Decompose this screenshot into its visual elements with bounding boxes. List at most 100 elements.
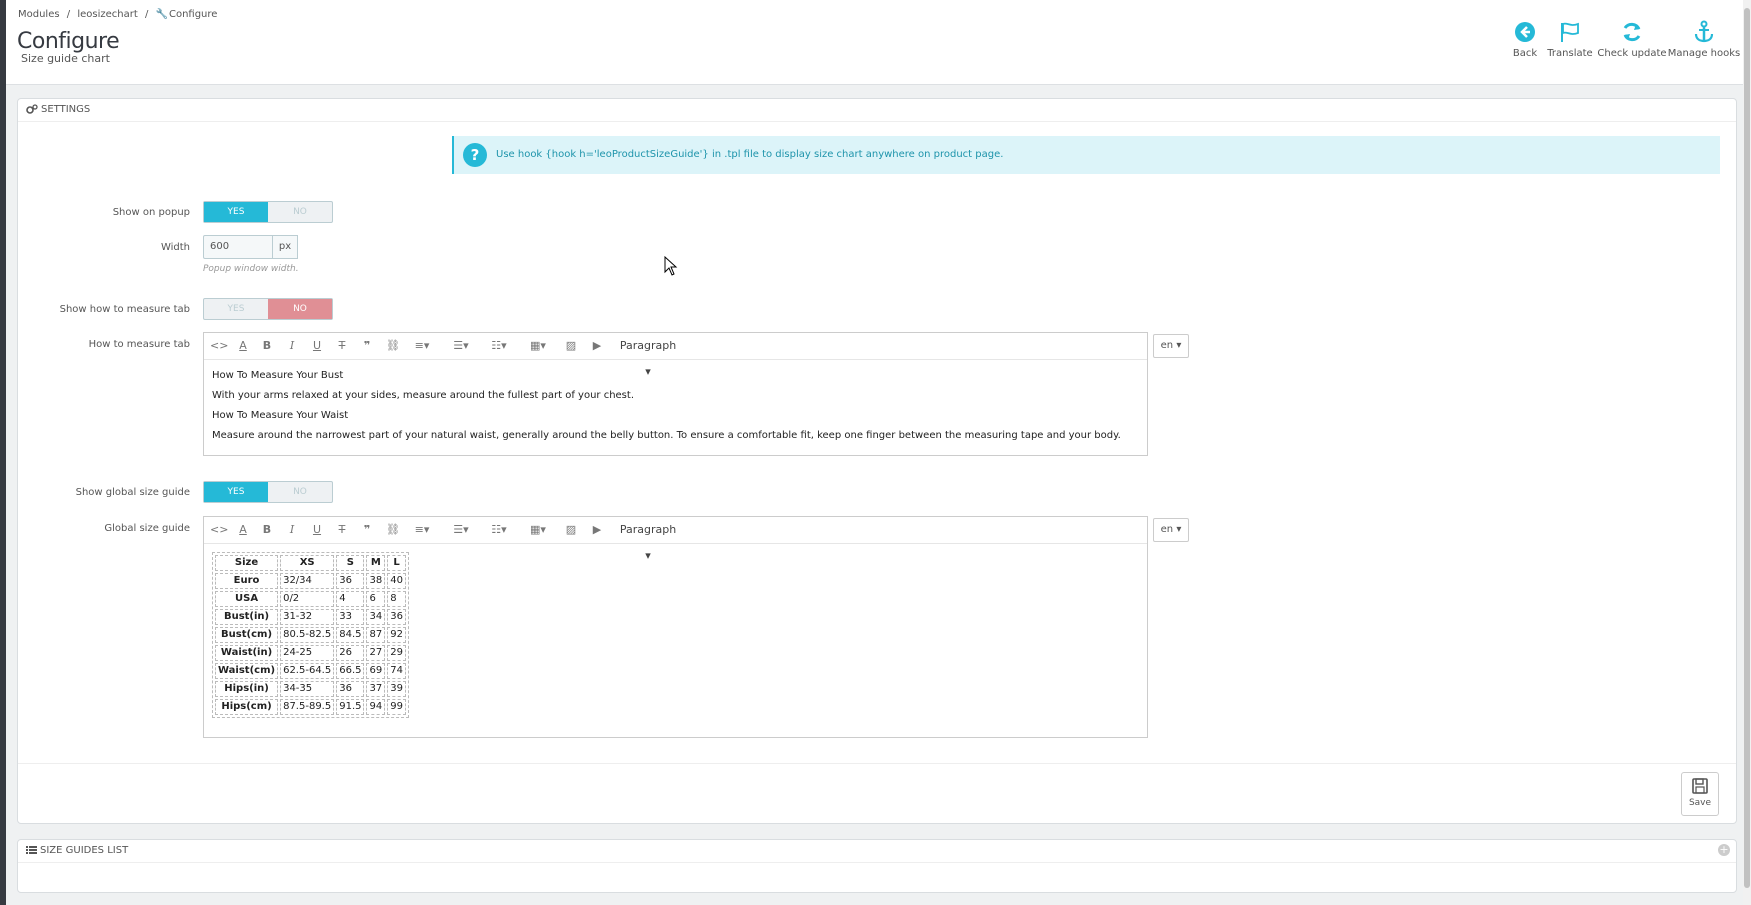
breadcrumb-module[interactable]: leosizechart bbox=[77, 9, 137, 20]
bold-icon[interactable]: B bbox=[260, 333, 274, 359]
global-lang-value: en bbox=[1160, 524, 1174, 535]
table-cell: 92 bbox=[387, 627, 406, 643]
show-measure-tab-switch[interactable]: YES NO bbox=[203, 298, 333, 320]
settings-heading-text: SETTINGS bbox=[41, 104, 91, 115]
table-row: Hips(in) 34-35 36 37 39 bbox=[215, 681, 406, 697]
numbered-list-icon[interactable]: ☷▾ bbox=[487, 517, 511, 543]
breadcrumb-modules[interactable]: Modules bbox=[18, 9, 60, 20]
table-cell: L bbox=[387, 555, 406, 571]
manage-hooks-button[interactable]: Manage hooks bbox=[1666, 20, 1742, 59]
size-guides-list-heading: SIZE GUIDES LIST + bbox=[18, 840, 1736, 863]
table-cell: S bbox=[336, 555, 365, 571]
bullet-list-icon[interactable]: ☰▾ bbox=[449, 333, 473, 359]
strikethrough-icon[interactable]: T bbox=[335, 517, 349, 543]
translate-button[interactable]: Translate bbox=[1542, 20, 1598, 59]
underline-icon[interactable]: U bbox=[310, 517, 324, 543]
page-title: Configure bbox=[17, 29, 120, 54]
format-dropdown[interactable]: Paragraph ▾ bbox=[617, 333, 679, 378]
question-icon: ? bbox=[463, 143, 487, 167]
table-cell: 80.5-82.5 bbox=[280, 627, 335, 643]
table-cell: 34-35 bbox=[280, 681, 335, 697]
strikethrough-icon[interactable]: T bbox=[335, 333, 349, 359]
show-on-popup-switch[interactable]: YES NO bbox=[203, 201, 333, 223]
width-input[interactable]: 600 bbox=[203, 235, 273, 259]
table-cell: Hips(cm) bbox=[215, 699, 279, 715]
show-on-popup-yes[interactable]: YES bbox=[204, 202, 268, 222]
size-guides-list-panel: SIZE GUIDES LIST + bbox=[17, 839, 1737, 893]
table-cell: 84.5 bbox=[336, 627, 365, 643]
scrollbar-thumb[interactable] bbox=[1744, 8, 1750, 888]
breadcrumb: Modules / leosizechart / 🔧Configure bbox=[18, 9, 221, 20]
link-icon[interactable]: ⛓ bbox=[385, 333, 401, 359]
show-global-switch[interactable]: YES NO bbox=[203, 481, 333, 503]
global-guide-label: Global size guide bbox=[104, 523, 190, 534]
blockquote-icon[interactable]: ❞ bbox=[360, 517, 374, 543]
media-icon[interactable]: ▶ bbox=[589, 517, 605, 543]
save-button[interactable]: Save bbox=[1681, 772, 1719, 816]
show-measure-tab-no[interactable]: NO bbox=[268, 299, 332, 319]
table-cell: M bbox=[366, 555, 386, 571]
table-cell: 66.5 bbox=[336, 663, 365, 679]
settings-panel-heading: SETTINGS bbox=[18, 99, 1736, 122]
global-lang-dropdown[interactable]: en ▾ bbox=[1153, 518, 1189, 542]
align-dropdown-icon[interactable]: ≡▾ bbox=[410, 517, 434, 543]
table-cell: 26 bbox=[336, 645, 365, 661]
table-icon[interactable]: ▦▾ bbox=[526, 333, 550, 359]
table-row: Euro 32/34 36 38 40 bbox=[215, 573, 406, 589]
show-global-yes[interactable]: YES bbox=[204, 482, 268, 502]
size-guides-list-heading-text: SIZE GUIDES LIST bbox=[40, 845, 129, 856]
bold-icon[interactable]: B bbox=[260, 517, 274, 543]
back-button[interactable]: Back bbox=[1505, 20, 1545, 59]
vertical-scrollbar[interactable] bbox=[1743, 0, 1751, 905]
back-arrow-icon bbox=[1515, 22, 1535, 42]
format-dropdown[interactable]: Paragraph ▾ bbox=[617, 517, 679, 562]
table-icon[interactable]: ▦▾ bbox=[526, 517, 550, 543]
table-cell: 94 bbox=[366, 699, 386, 715]
width-label: Width bbox=[160, 242, 190, 253]
global-guide-editor[interactable]: <> A B I U T ❞ ⛓ ≡▾ ☰▾ ☷▾ ▦▾ ▨ ▶ Paragra… bbox=[203, 516, 1148, 738]
source-code-icon[interactable]: <> bbox=[210, 517, 228, 543]
measure-tab-editor[interactable]: <> A B I U T ❞ ⛓ ≡▾ ☰▾ ☷▾ ▦▾ ▨ ▶ Paragra… bbox=[203, 332, 1148, 456]
check-update-button[interactable]: Check update bbox=[1594, 20, 1670, 59]
table-cell: 32/34 bbox=[280, 573, 335, 589]
image-icon[interactable]: ▨ bbox=[564, 333, 578, 359]
numbered-list-icon[interactable]: ☷▾ bbox=[487, 333, 511, 359]
measure-editor-content[interactable]: How To Measure Your Bust With your arms … bbox=[204, 360, 1147, 452]
check-update-label: Check update bbox=[1597, 48, 1667, 59]
underline-icon[interactable]: U bbox=[310, 333, 324, 359]
link-icon[interactable]: ⛓ bbox=[385, 517, 401, 543]
manage-hooks-label: Manage hooks bbox=[1667, 48, 1741, 59]
breadcrumb-separator: / bbox=[66, 9, 71, 20]
cogs-icon bbox=[26, 104, 38, 114]
image-icon[interactable]: ▨ bbox=[564, 517, 578, 543]
text-color-icon[interactable]: A bbox=[235, 333, 251, 359]
table-cell: 87 bbox=[366, 627, 386, 643]
italic-icon[interactable]: I bbox=[285, 333, 299, 359]
measure-line: How To Measure Your Bust bbox=[212, 370, 344, 381]
table-cell: Waist(cm) bbox=[215, 663, 279, 679]
list-icon bbox=[26, 846, 37, 854]
media-icon[interactable]: ▶ bbox=[589, 333, 605, 359]
global-editor-content[interactable]: Size XS S M L Euro 32/34 36 38 40 USA 0/2 4 6 8 … bbox=[204, 544, 1147, 726]
source-code-icon[interactable]: <> bbox=[210, 333, 228, 359]
page-subtitle: Size guide chart bbox=[21, 52, 110, 65]
italic-icon[interactable]: I bbox=[285, 517, 299, 543]
settings-panel: SETTINGS ? Use hook {hook h='leoProductS… bbox=[17, 98, 1737, 824]
width-unit-addon: px bbox=[272, 235, 298, 259]
add-new-icon[interactable]: + bbox=[1718, 844, 1730, 856]
table-row: USA 0/2 4 6 8 bbox=[215, 591, 406, 607]
table-row: Bust(cm) 80.5-82.5 84.5 87 92 bbox=[215, 627, 406, 643]
table-cell: Size bbox=[215, 555, 279, 571]
show-global-no[interactable]: NO bbox=[268, 482, 332, 502]
align-dropdown-icon[interactable]: ≡▾ bbox=[410, 333, 434, 359]
show-measure-tab-yes[interactable]: YES bbox=[204, 299, 268, 319]
breadcrumb-separator: / bbox=[144, 9, 149, 20]
breadcrumb-current: Configure bbox=[168, 9, 218, 20]
bullet-list-icon[interactable]: ☰▾ bbox=[449, 517, 473, 543]
text-color-icon[interactable]: A bbox=[235, 517, 251, 543]
show-on-popup-no[interactable]: NO bbox=[268, 202, 332, 222]
measure-lang-dropdown[interactable]: en ▾ bbox=[1153, 334, 1189, 358]
blockquote-icon[interactable]: ❞ bbox=[360, 333, 374, 359]
table-cell: Euro bbox=[215, 573, 279, 589]
measure-lang-value: en bbox=[1160, 340, 1174, 351]
